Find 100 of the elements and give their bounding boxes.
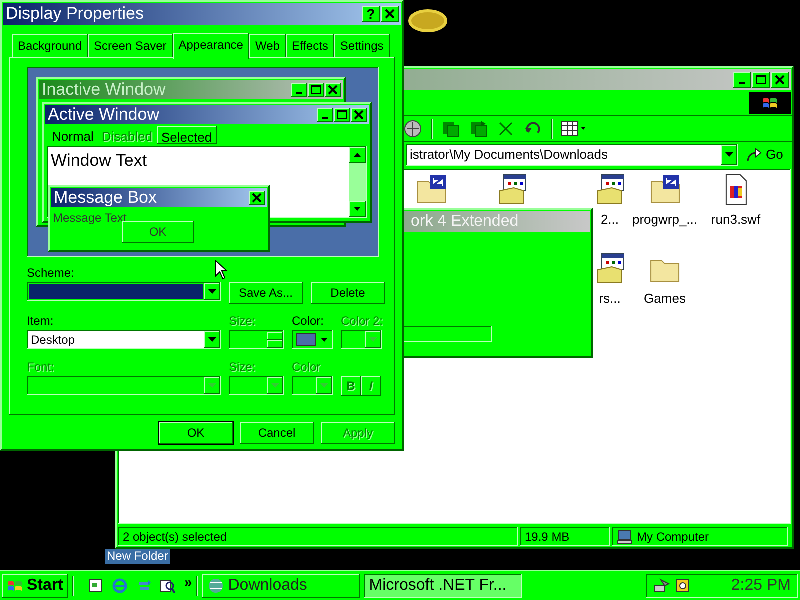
address-text: istrator\My Documents\Downloads [410,146,608,164]
dialog-button[interactable]: Cancel [240,422,314,444]
window-text: Window Text [50,150,148,172]
color-swatch [296,333,316,346]
scheme-dropdown[interactable] [27,282,221,301]
style-button: I [361,376,381,396]
scroll-down-button[interactable] [349,201,366,217]
minimize-button[interactable] [317,108,333,122]
wallpaper-shape [408,8,448,34]
search-icon[interactable] [160,578,176,594]
caret-icon [368,337,378,342]
caret-icon [270,383,280,388]
desktop-icon[interactable] [88,578,104,594]
maximize-icon [335,108,349,122]
maximize-button[interactable] [334,108,350,122]
windows-logo-icon [762,96,778,110]
maximize-icon [309,82,323,96]
field-label: Size: [229,313,257,330]
zip-folder-icon[interactable] [649,174,681,206]
caret-icon [320,338,328,342]
clock: 2:25 PM [731,576,791,596]
close-button[interactable] [771,72,789,88]
close-icon [352,108,366,122]
field-label: Item: [27,313,55,330]
overflow-chevron[interactable]: » [184,572,192,593]
file-label[interactable]: progwrp_... [632,210,698,230]
file-label[interactable]: run3.swf [711,210,761,230]
file-label[interactable]: Games [644,289,686,308]
field-label: Size: [229,359,257,376]
desktop-icon-label[interactable]: New Folder [105,549,170,564]
address-field[interactable]: istrator\My Documents\Downloads [406,144,738,166]
window-title: Display Properties [6,4,145,24]
window-title: Message Box [54,188,158,208]
minimize-icon [322,117,328,119]
style-button: B [341,376,361,396]
tab[interactable]: Settings [334,34,390,57]
tab[interactable]: Effects [286,34,334,57]
menu-item[interactable]: Normal [48,126,98,144]
tab[interactable]: Screen Saver [88,34,173,57]
window-title: Inactive Window [42,80,167,100]
caret-icon [208,383,216,388]
ok-button[interactable]: OK [122,221,194,243]
dialog-button[interactable]: OK [159,422,233,444]
caret-icon [208,289,216,294]
go-arrow-icon [746,148,762,162]
windows-logo-icon [7,578,23,592]
scheme-button[interactable]: Save As... [229,282,303,304]
close-icon [250,190,264,204]
minimize-button[interactable] [733,72,751,88]
caret-icon [724,152,734,157]
window-title: Active Window [48,104,160,124]
close-icon [383,7,397,21]
globe-icon[interactable] [403,118,423,138]
tab[interactable]: Appearance [172,33,250,59]
views-icon[interactable] [561,120,587,138]
close-icon [773,72,787,86]
tab[interactable]: Background [12,34,88,57]
taskbar-button[interactable]: Microsoft .NET Fr... [364,574,522,598]
close-button[interactable] [381,6,399,22]
scroll-up-button[interactable] [349,147,366,163]
close-button[interactable] [249,190,265,204]
scheme-button[interactable]: Delete [311,282,385,304]
window-title: ork 4 Extended [410,212,520,232]
caret-icon [208,337,216,342]
maximize-icon [754,72,768,86]
help-button[interactable]: ? [362,6,380,22]
move-icon[interactable] [469,118,489,138]
field-label: Font: [27,359,56,376]
status-text: 2 object(s) selected [123,528,228,546]
volume-icon[interactable] [675,578,691,594]
item-dropdown[interactable]: Desktop [27,330,221,349]
file-label[interactable]: rs... [599,289,621,308]
globe-icon [207,576,226,594]
caret-icon [320,383,328,388]
field-label: Color 2: [341,313,382,330]
maximize-button[interactable] [752,72,770,88]
go-button[interactable]: Go [742,144,788,164]
field-label: Scheme: [27,265,74,282]
close-button[interactable] [325,82,341,96]
menu-item[interactable]: Selected [156,126,218,144]
tab[interactable]: Web [249,34,286,57]
start-button[interactable]: Start [2,574,68,598]
status-text: My Computer [637,528,710,546]
close-icon [326,82,340,96]
cursor-icon [215,260,228,280]
status-text: 19.9 MB [525,528,570,546]
field-label: Color: [292,313,326,330]
down-arrow-icon [354,207,361,211]
zip-folder-icon[interactable] [416,174,448,206]
network-icon[interactable] [653,578,671,594]
delete-icon[interactable] [497,120,515,138]
close-button[interactable] [351,108,367,122]
file-label[interactable]: 2... [600,210,620,230]
computer-icon [617,530,633,544]
taskbar-button[interactable]: Downloads [202,574,360,598]
maximize-button[interactable] [308,82,324,96]
minimize-icon [296,92,302,94]
minimize-button[interactable] [291,82,307,96]
color-picker[interactable] [292,330,333,349]
browser-icon[interactable] [112,578,128,594]
